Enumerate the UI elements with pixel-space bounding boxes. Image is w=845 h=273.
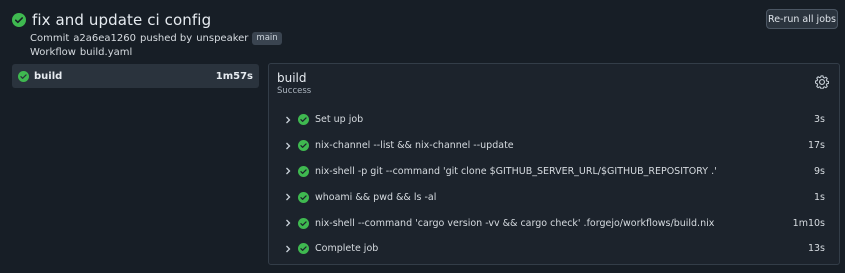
workflow-prefix: Workflow [30,46,76,58]
pushed-by-text: pushed by [140,32,193,44]
step-name: Set up job [315,114,364,126]
run-title: fix and update ci config [32,11,212,29]
step-name: nix-shell -p git --command 'git clone $G… [315,165,717,177]
success-check-icon [298,114,309,126]
gear-icon[interactable] [815,75,829,89]
success-check-icon [12,13,26,27]
success-check-icon [298,165,309,177]
job-title: build [277,71,307,85]
step-row[interactable]: Complete job 13s [269,236,839,262]
run-header: fix and update ci config Commit a2a6ea12… [12,10,282,59]
step-duration: 1s [814,191,825,203]
success-check-icon [298,217,309,229]
chevron-right-icon [286,168,291,175]
step-row[interactable]: nix-shell -p git --command 'git clone $G… [269,159,839,185]
step-name: whoami && pwd && ls -al [315,191,437,203]
step-duration: 3s [814,114,825,126]
commit-sha-link[interactable]: a2a6ea1260 [73,33,136,44]
step-duration: 13s [807,243,825,255]
job-panel: build Success Set up job 3s nix-channel … [268,63,840,265]
chevron-right-icon [286,193,291,201]
sidebar-job-duration: 1m57s [215,70,253,82]
branch-badge[interactable]: main [252,31,282,45]
step-list: Set up job 3s nix-channel --list && nix-… [269,107,839,262]
step-duration: 1m10s [792,217,825,229]
sidebar-job-label: build [34,70,63,82]
step-name: Complete job [315,243,379,255]
chevron-right-icon [286,219,291,227]
step-row[interactable]: whoami && pwd && ls -al 1s [269,184,839,210]
commit-prefix: Commit [30,32,70,44]
success-check-icon [298,191,309,203]
sidebar-job-build[interactable]: build 1m57s [12,64,259,88]
chevron-right-icon [286,116,291,124]
step-name: nix-shell --command 'cargo version -vv &… [315,217,715,229]
step-duration: 9s [814,165,825,177]
job-status: Success [277,86,312,96]
author-link[interactable]: unspeaker [196,33,248,44]
step-duration: 17s [807,140,825,152]
success-check-icon [18,70,29,82]
step-name: nix-channel --list && nix-channel --upda… [315,140,514,152]
chevron-right-icon [286,245,291,253]
job-header: build Success [277,71,311,96]
step-row[interactable]: nix-channel --list && nix-channel --upda… [269,133,839,159]
chevron-right-icon [286,142,291,150]
commit-line: Commit a2a6ea1260 pushed by unspeaker ma… [30,31,282,45]
rerun-all-jobs-button[interactable]: Re-run all jobs [766,9,838,29]
workflow-file-link[interactable]: build.yaml [80,47,132,58]
success-check-icon [298,243,309,255]
step-row[interactable]: nix-shell --command 'cargo version -vv &… [269,210,839,236]
success-check-icon [298,140,309,152]
step-row[interactable]: Set up job 3s [269,107,839,133]
workflow-line: Workflow build.yaml [30,45,282,59]
